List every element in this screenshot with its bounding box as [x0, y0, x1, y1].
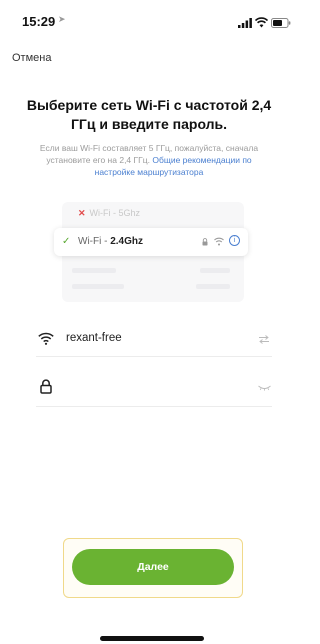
info-icon: i [229, 235, 240, 246]
wifi-status-icon [255, 17, 268, 28]
password-field[interactable] [36, 376, 272, 407]
placeholder-line [200, 268, 230, 273]
home-indicator[interactable] [100, 636, 204, 641]
check-icon: ✓ [62, 236, 71, 247]
wifi-5ghz-row: ✕ Wi-Fi - 5Ghz [78, 208, 140, 219]
lock-icon [40, 379, 52, 394]
switch-arrows-icon[interactable] [258, 335, 270, 344]
status-bar: 15:29 ➤ [0, 0, 298, 36]
wifi-setup-screen: 15:29 ➤ Отмена Выберите сеть Wi-Fi с час… [0, 0, 298, 644]
cancel-button[interactable]: Отмена [12, 52, 51, 64]
page-title: Выберите сеть Wi-Fi с частотой 2,4 ГГц и… [26, 97, 272, 132]
placeholder-line [72, 284, 124, 289]
wifi-icon [38, 332, 54, 345]
wifi-24ghz-label: Wi-Fi - 2.4Ghz [78, 236, 143, 247]
mini-lock-icon [202, 238, 208, 246]
mini-wifi-icon [214, 237, 224, 246]
hint-text: Если ваш Wi-Fi составляет 5 ГГц, пожалуй… [28, 142, 270, 178]
status-time: 15:29 [22, 14, 56, 29]
placeholder-line [72, 268, 116, 273]
next-button[interactable]: Далее [72, 549, 234, 585]
placeholder-line [196, 284, 230, 289]
cellular-signal-icon [238, 18, 252, 28]
wifi-5ghz-label: Wi-Fi - 5Ghz [89, 208, 141, 218]
battery-icon [271, 18, 291, 28]
cross-icon: ✕ [78, 208, 86, 218]
eye-closed-icon[interactable] [258, 385, 271, 391]
wifi-24ghz-row: ✓ Wi-Fi - 2.4Ghz i [54, 228, 248, 256]
wifi-24ghz-prefix: Wi-Fi - [78, 236, 111, 247]
location-arrow-icon: ➤ [58, 14, 66, 24]
wifi-24ghz-band: 2.4Ghz [110, 236, 144, 247]
ssid-field[interactable]: rexant-free [36, 326, 272, 357]
ssid-value: rexant-free [66, 332, 122, 344]
